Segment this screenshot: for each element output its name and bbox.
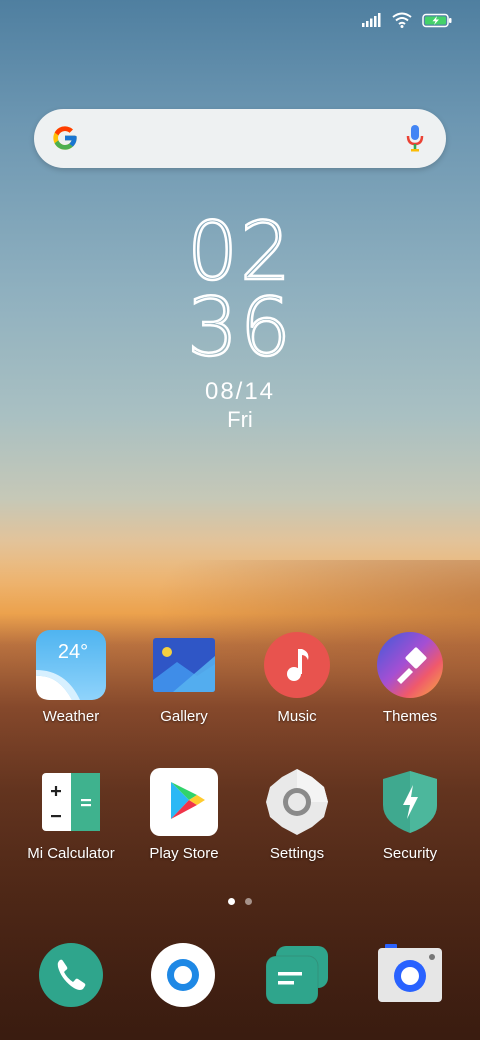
app-label: Mi Calculator [27, 845, 115, 862]
app-label: Security [382, 845, 438, 862]
calculator-icon [36, 767, 106, 837]
app-mi-calculator[interactable]: Mi Calculator [15, 767, 127, 862]
settings-gear-icon [262, 767, 332, 837]
app-security[interactable]: Security [354, 767, 466, 862]
play-store-icon [149, 767, 219, 837]
app-play-store[interactable]: Play Store [128, 767, 240, 862]
page-dot-active[interactable] [228, 898, 235, 905]
app-label: Weather [42, 708, 100, 725]
app-settings[interactable]: Settings [241, 767, 353, 862]
app-music[interactable]: Music [241, 630, 353, 725]
app-label: Play Store [149, 845, 219, 862]
battery-charging-icon [422, 13, 452, 27]
music-icon [262, 630, 332, 700]
phone-icon [39, 943, 103, 1007]
app-weather[interactable]: 24° Weather [15, 630, 127, 725]
page-indicator [0, 898, 480, 905]
page-dot[interactable] [245, 898, 252, 905]
google-search-bar[interactable] [34, 109, 446, 168]
clock-hours: 02 [186, 205, 293, 298]
clock-minutes: 36 [186, 281, 293, 374]
search-input[interactable] [104, 119, 398, 159]
wifi-icon [392, 12, 412, 28]
themes-icon [375, 630, 445, 700]
google-g-icon [53, 126, 77, 150]
weather-temperature: 24° [57, 641, 89, 663]
app-label: Music [277, 708, 317, 725]
clock-date: 08/14 [204, 378, 276, 405]
camera-icon [378, 944, 442, 1002]
app-gallery[interactable]: Gallery [128, 630, 240, 725]
weather-icon: 24° [36, 630, 106, 700]
dock-camera[interactable] [375, 940, 445, 1010]
microphone-icon[interactable] [406, 124, 424, 152]
dock-browser[interactable] [148, 940, 218, 1010]
dock-messages[interactable] [262, 940, 332, 1010]
clock-day: Fri [227, 407, 253, 432]
signal-bars-icon [362, 13, 381, 27]
status-bar [362, 12, 452, 28]
security-shield-icon [375, 767, 445, 837]
browser-icon [151, 943, 215, 1007]
gallery-icon [149, 630, 219, 700]
app-label: Settings [269, 845, 325, 862]
app-label: Themes [382, 708, 438, 725]
messages-icon [265, 946, 328, 1005]
dock-phone[interactable] [36, 940, 106, 1010]
app-themes[interactable]: Themes [354, 630, 466, 725]
app-label: Gallery [160, 708, 208, 725]
